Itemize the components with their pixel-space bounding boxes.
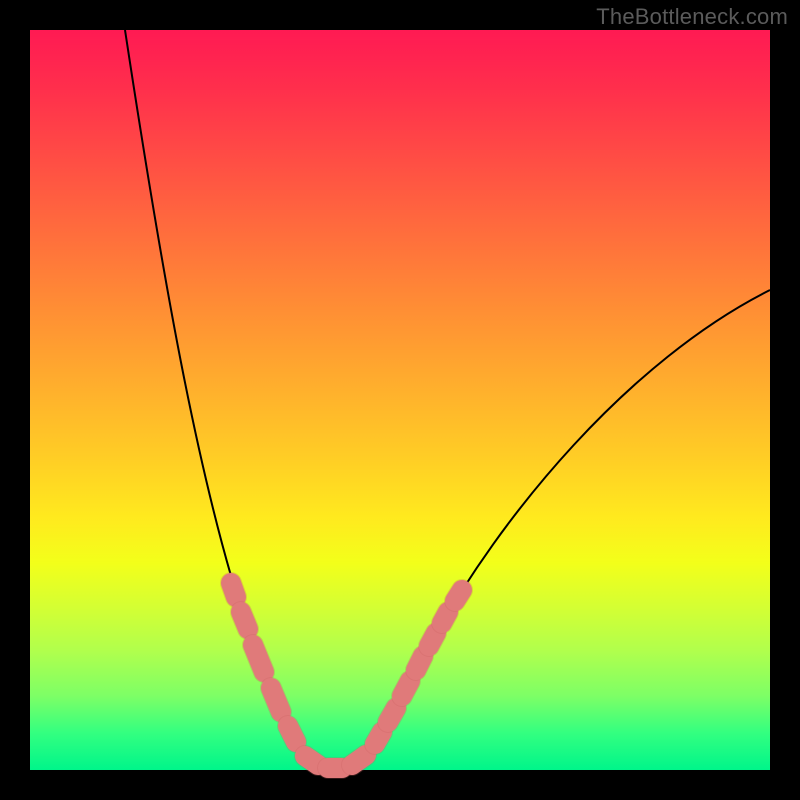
curve-marker (305, 756, 318, 765)
chart-markers (231, 583, 462, 768)
curve-marker (455, 590, 462, 601)
curve-marker (352, 755, 366, 765)
chart-frame: TheBottleneck.com (0, 0, 800, 800)
curve-marker (375, 732, 382, 744)
curve-marker (388, 708, 396, 722)
curve-marker (402, 681, 410, 696)
curve-marker (241, 612, 248, 629)
curve-marker (288, 726, 296, 742)
bottleneck-curve (125, 30, 770, 768)
curve-marker (271, 688, 281, 712)
chart-svg (30, 30, 770, 770)
watermark-text: TheBottleneck.com (596, 4, 788, 30)
chart-plot-area (30, 30, 770, 770)
curve-marker (253, 645, 264, 672)
curve-marker (442, 612, 448, 623)
curve-marker (416, 656, 423, 670)
curve-marker (429, 633, 436, 646)
curve-marker (231, 583, 236, 597)
